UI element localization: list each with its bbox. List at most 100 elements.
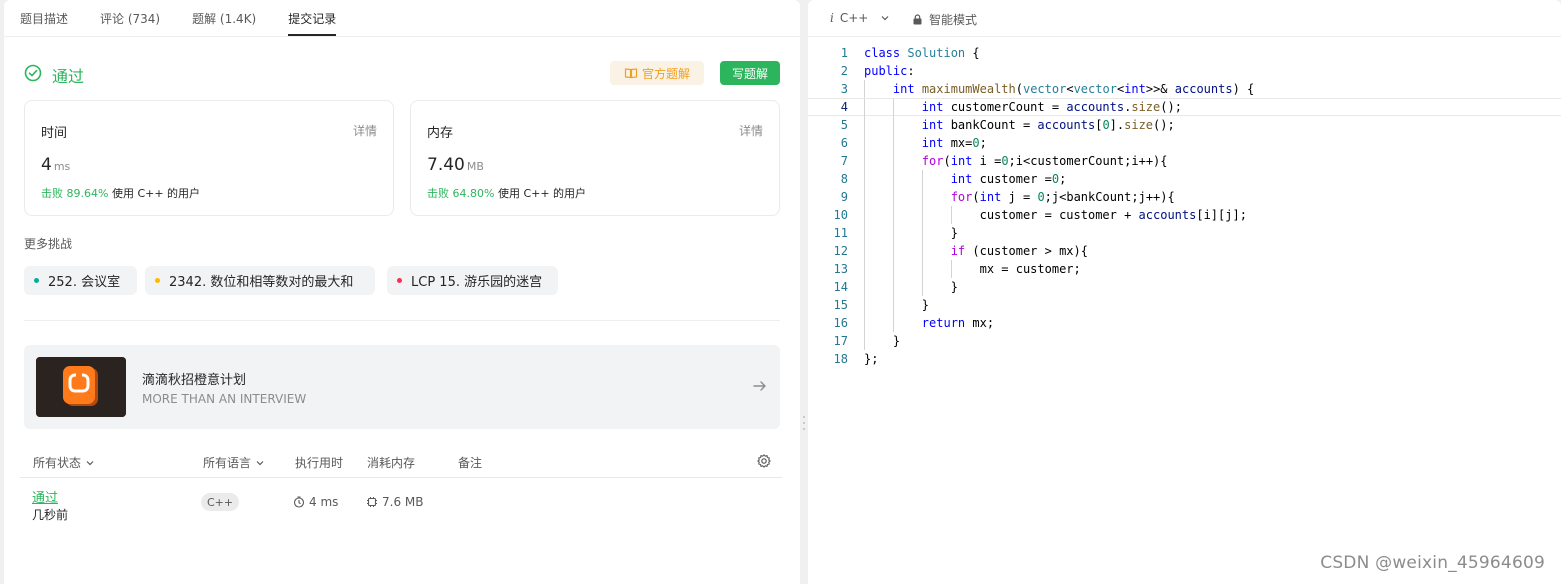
memory-beat-percent: 64.80% [452, 187, 495, 200]
problem-panel: 题目描述 评论 (734) 题解 (1.4K) 提交记录 通过 官方题解 写题解… [4, 0, 800, 584]
code-text: } [864, 226, 958, 240]
code-editor[interactable]: 1 class Solution { 2 public: 3 int maximumWe… [808, 44, 1561, 368]
smart-mode-label: 智能模式 [929, 13, 978, 27]
line-number: 8 [840, 172, 848, 186]
challenge-item[interactable]: 252. 会议室 [24, 266, 137, 295]
official-solution-button[interactable]: 官方题解 [610, 61, 704, 85]
grip-dot [803, 428, 805, 430]
code-text: int customer =0; [950, 172, 1067, 186]
app-root: 题目描述 评论 (734) 题解 (1.4K) 提交记录 通过 官方题解 写题解… [0, 0, 1561, 584]
info-icon: i [830, 11, 834, 25]
code-line[interactable]: 13 mx = customer; [808, 260, 1561, 278]
line-number: 9 [840, 190, 848, 204]
code-text: int mx=0; [921, 136, 987, 150]
chevron-down-icon [881, 16, 889, 21]
line-number: 7 [840, 154, 848, 168]
didi-logo-icon [36, 357, 126, 417]
code-line[interactable]: 1 class Solution { [808, 44, 1561, 62]
panel-splitter[interactable] [800, 0, 808, 584]
runtime-beat-suffix: 使用 C++ 的用户 [111, 187, 201, 200]
promo-banner[interactable]: 滴滴秋招橙意计划 MORE THAN AN INTERVIEW [24, 345, 780, 429]
submission-status-link[interactable]: 通过 [32, 487, 58, 506]
code-text: class Solution { [864, 46, 980, 60]
line-number: 4 [840, 100, 848, 114]
line-number: 15 [833, 298, 848, 312]
challenge-item[interactable]: 2342. 数位和相等数对的最大和 [145, 266, 375, 295]
memory-beat-prefix: 击败 [427, 187, 449, 200]
check-circle-icon [24, 64, 42, 82]
line-number: 18 [833, 352, 848, 366]
code-line[interactable]: 10 customer = customer + accounts[i][j]; [808, 206, 1561, 224]
runtime-beat-prefix: 击败 [41, 187, 63, 200]
tab-submissions[interactable]: 提交记录 [288, 0, 337, 36]
code-line[interactable]: 2 public: [808, 62, 1561, 80]
challenge-item[interactable]: LCP 15. 游乐园的迷宫 [387, 266, 558, 295]
tab-description[interactable]: 题目描述 [20, 0, 68, 36]
clock-icon [293, 496, 305, 508]
code-text: } [864, 298, 930, 312]
line-number: 14 [833, 280, 848, 294]
code-text: } [864, 280, 958, 294]
code-text: for(int i =0;i<customerCount;i++){ [921, 154, 1168, 168]
language-selector[interactable]: i C++ [830, 11, 890, 25]
line-number: 3 [840, 82, 848, 96]
memory-detail-link[interactable]: 详情 [739, 122, 763, 139]
arrow-right-icon[interactable] [752, 378, 768, 394]
grip-dot [803, 422, 805, 424]
code-line[interactable]: 8 int customer =0; [808, 170, 1561, 188]
smart-mode-toggle[interactable]: 智能模式 [912, 11, 977, 28]
memory-value: 7.40 MB [427, 155, 484, 175]
grip-dot [803, 416, 805, 418]
language-selector-label: C++ [839, 11, 869, 25]
tab-solutions[interactable]: 题解 (1.4K) [192, 0, 256, 36]
code-line[interactable]: 14 } [808, 278, 1561, 296]
code-line[interactable]: 3 int maximumWealth(vector<vector<int>>&… [808, 80, 1561, 98]
chevron-down-icon [86, 460, 94, 465]
runtime-unit: ms [53, 160, 71, 173]
line-number: 1 [840, 46, 848, 60]
submission-memory: 7.6 MB [366, 495, 423, 509]
code-line[interactable]: 7 for(int i =0;i<customerCount;i++){ [808, 152, 1561, 170]
editor-toolbar: i C++ 智能模式 [808, 0, 1561, 37]
submission-result: 通过 官方题解 写题解 [24, 60, 780, 88]
code-text: } [864, 334, 901, 348]
more-challenges-title: 更多挑战 [24, 237, 73, 251]
divider [24, 320, 780, 321]
code-line[interactable]: 17 } [808, 332, 1561, 350]
notes-column-header: 备注 [458, 456, 483, 470]
code-line[interactable]: 11 } [808, 224, 1561, 242]
code-line[interactable]: 6 int mx=0; [808, 134, 1561, 152]
code-text: mx = customer; [864, 262, 1081, 276]
language-badge: C++ [201, 493, 239, 511]
runtime-value: 4 ms [41, 155, 70, 175]
tab-bar: 题目描述 评论 (734) 题解 (1.4K) 提交记录 [4, 0, 800, 37]
code-line[interactable]: 18}; [808, 350, 1561, 368]
difficulty-dot [34, 278, 39, 283]
status-filter[interactable]: 所有状态 [33, 454, 95, 471]
line-number: 11 [833, 226, 848, 240]
memory-card-title: 内存 [427, 126, 454, 141]
banner-title: 滴滴秋招橙意计划 [142, 373, 247, 388]
write-solution-button[interactable]: 写题解 [720, 61, 780, 85]
code-text: customer = customer + accounts[i][j]; [864, 208, 1247, 222]
code-line[interactable]: 12 if (customer > mx){ [808, 242, 1561, 260]
memory-number: 7.40 [427, 155, 465, 175]
result-status: 通过 [52, 67, 85, 86]
code-line[interactable]: 5 int bankCount = accounts[0].size(); [808, 116, 1561, 134]
code-line[interactable]: 9 for(int j = 0;j<bankCount;j++){ [808, 188, 1561, 206]
language-filter[interactable]: 所有语言 [203, 454, 265, 471]
runtime-card-title: 时间 [41, 126, 68, 141]
runtime-detail-link[interactable]: 详情 [353, 122, 377, 139]
runtime-beat-percent: 89.64% [66, 187, 109, 200]
line-number: 12 [833, 244, 848, 258]
code-line[interactable]: 15 } [808, 296, 1561, 314]
submissions-table-header: 所有状态 所有语言 执行用时 消耗内存 备注 [20, 448, 782, 478]
gear-icon[interactable] [756, 453, 772, 469]
banner-subtitle: MORE THAN AN INTERVIEW [142, 392, 307, 406]
code-line[interactable]: 16 return mx; [808, 314, 1561, 332]
tab-comments[interactable]: 评论 (734) [100, 0, 160, 36]
line-number: 17 [833, 334, 848, 348]
code-text: return mx; [921, 316, 995, 330]
code-line[interactable]: 4 int customerCount = accounts.size(); [808, 98, 1561, 117]
runtime-beat: 击败 89.64% 使用 C++ 的用户 [41, 185, 200, 201]
